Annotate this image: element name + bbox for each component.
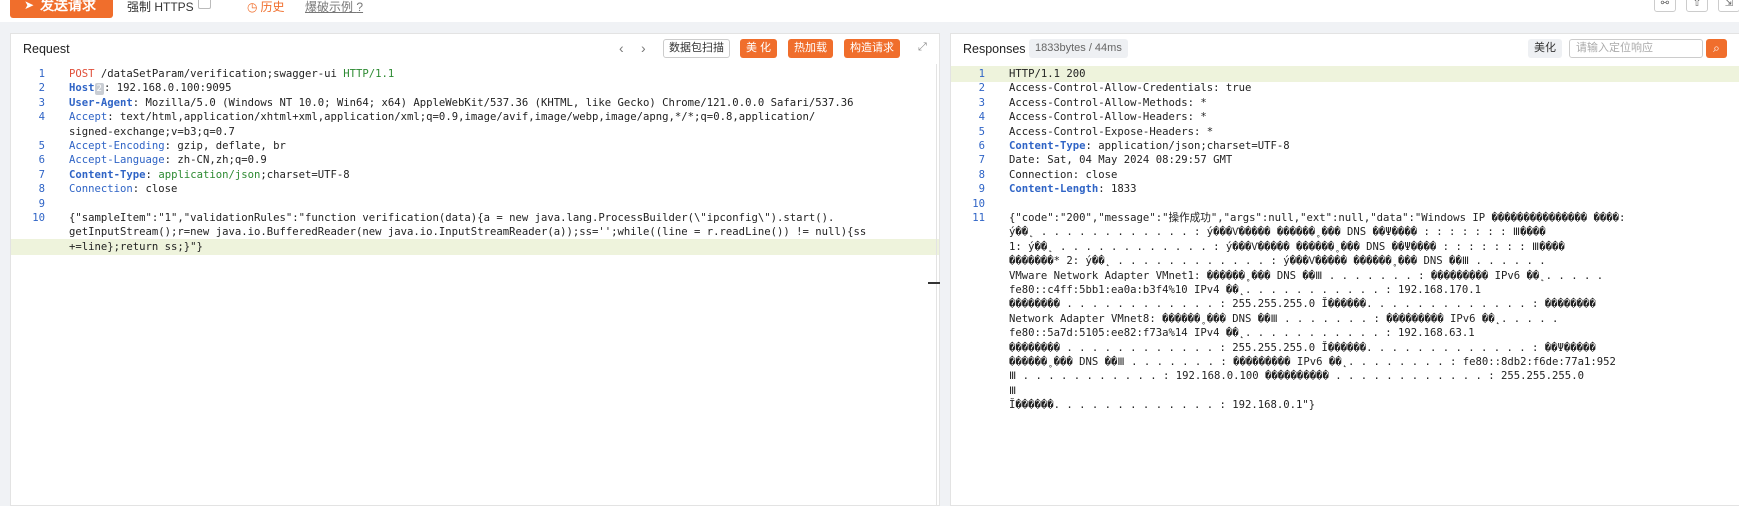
code-token: fe80::c4ff:5bb1:ea0a:b3f4%10 IPv4 ��˛. .… bbox=[1009, 284, 1481, 296]
code-token: �������* 2: ý��˛ . . . . . . . . . . . .… bbox=[1009, 255, 1546, 268]
code-token: : 1833 bbox=[1098, 183, 1137, 196]
response-search-input[interactable]: 请输入定位响应 bbox=[1569, 39, 1703, 58]
code-token: ý��˛ . . . . . . . . . . . . : ý���Ѵ����… bbox=[1009, 226, 1546, 239]
request-header: Request ‹ › 数据包扫描 美 化 热加载 构造请求 ⤢ bbox=[11, 34, 939, 64]
send-request-label: 发送请求 bbox=[40, 0, 97, 13]
code-token: Content-Type bbox=[1009, 140, 1086, 152]
code-token: : application/json;charset=UTF-8 bbox=[1085, 140, 1290, 152]
top-toolbar: ➤ 发送请求 强制 HTTPS ◷ 历史 爆破示例 ? ⚯ ⇧ ⇲ bbox=[0, 0, 1739, 22]
example-label: 爆破示例 bbox=[305, 0, 354, 14]
code-token: : zh-CN,zh;q=0.9 bbox=[164, 154, 267, 167]
send-icon: ➤ bbox=[24, 0, 35, 12]
chevron-left-icon[interactable]: ‹ bbox=[619, 40, 624, 56]
editor-divider bbox=[936, 64, 937, 505]
request-editor[interactable]: 1 POST /dataSetParam/verification;swagger… bbox=[11, 64, 939, 505]
code-token: HTTP/1.1 200 bbox=[1009, 68, 1086, 80]
history-link[interactable]: ◷ 历史 bbox=[247, 0, 285, 15]
code-token: Connection: close bbox=[1009, 168, 1118, 181]
code-token: Ĭ������. . . . . . . . . . . . . : 192.1… bbox=[1009, 399, 1316, 412]
help-icon: ? bbox=[356, 0, 364, 14]
code-token: : Mozilla/5.0 (Windows NT 10.0; Win64; x… bbox=[132, 96, 854, 109]
code-token: Ⅲ . . . . . . . . . . . : 192.168.0.100 … bbox=[1009, 370, 1584, 383]
code-token: ;charset=UTF-8 bbox=[260, 168, 350, 181]
code-token: �������� . . . . . . . . . . . . : 255.2… bbox=[1009, 298, 1596, 311]
history-label: 历史 bbox=[260, 0, 285, 14]
example-link[interactable]: 爆破示例 ? bbox=[305, 0, 363, 15]
packet-scan-button[interactable]: 数据包扫描 bbox=[663, 39, 730, 58]
code-token: ������˳��� DNS ��Ⅲ . . . . . . . : �����… bbox=[1009, 356, 1616, 368]
code-token: Accept-Encoding bbox=[69, 140, 165, 152]
code-token: Network Adapter VMnet8: ������˳��� DNS �… bbox=[1009, 312, 1559, 325]
host-index-badge: 2 bbox=[94, 83, 104, 96]
force-https-label: 强制 HTTPS bbox=[127, 0, 194, 14]
response-viewer[interactable]: 1 HTTP/1.1 200 2 Access-Control-Allow-Crede… bbox=[951, 64, 1739, 505]
share-icon[interactable]: ⚯ bbox=[1654, 0, 1676, 12]
code-token: Access-Control-Allow-Credentials: true bbox=[1009, 82, 1252, 95]
code-token: signed-exchange;v=b3;q=0.7 bbox=[69, 125, 235, 138]
code-token: +=line};return ss;}"} bbox=[69, 240, 203, 253]
response-beautify-button[interactable]: 美化 bbox=[1528, 39, 1562, 58]
hot-load-button[interactable]: 热加载 bbox=[788, 39, 833, 58]
beautify-button[interactable]: 美 化 bbox=[740, 39, 778, 58]
code-token: {"code":"200","message":"操作成功","args":nu… bbox=[1009, 212, 1626, 224]
expand-icon[interactable]: ⤢ bbox=[918, 41, 927, 54]
export-icon[interactable]: ⇲ bbox=[1718, 0, 1739, 12]
response-size-badge: 1833bytes / 44ms bbox=[1029, 39, 1128, 58]
force-https-checkbox[interactable] bbox=[198, 0, 211, 9]
code-token: Connection bbox=[69, 183, 133, 196]
line-text: Ĭ������. . . . . . . . . . . . . : 192.1… bbox=[1009, 397, 1315, 413]
code-token: Access-Control-Expose-Headers: * bbox=[1009, 125, 1214, 138]
request-code-line: +=line};return ss;}"} bbox=[11, 238, 939, 255]
code-token: 1: ý��˛ . . . . . . . . . . . . : ý���Ѵ�… bbox=[1009, 240, 1565, 253]
code-token: Accept-Language bbox=[69, 154, 165, 167]
code-token: User-Agent bbox=[69, 96, 133, 109]
response-header: Responses 1833bytes / 44ms 美化 请输入定位响应 ⌕ bbox=[951, 34, 1739, 64]
response-panel: Responses 1833bytes / 44ms 美化 请输入定位响应 ⌕ … bbox=[950, 33, 1739, 506]
code-token: �������� . . . . . . . . . . . . : 255.2… bbox=[1009, 341, 1596, 354]
code-token: Host bbox=[69, 82, 95, 95]
response-title: Responses bbox=[963, 42, 1026, 56]
request-panel: Request ‹ › 数据包扫描 美 化 热加载 构造请求 ⤢ 1 POST /… bbox=[10, 33, 940, 506]
scroll-marker bbox=[928, 282, 940, 284]
code-token: getInputStream();r=new java.io.BufferedR… bbox=[69, 226, 867, 239]
send-request-button[interactable]: ➤ 发送请求 bbox=[10, 0, 113, 18]
response-code-line: Ĭ������. . . . . . . . . . . . . : 192.1… bbox=[951, 397, 1739, 413]
code-token: Content-Length bbox=[1009, 183, 1099, 196]
upload-icon[interactable]: ⇧ bbox=[1686, 0, 1708, 12]
code-token: POST bbox=[69, 68, 95, 80]
code-token: /dataSetParam/verification;swagger-ui bbox=[94, 68, 344, 80]
code-token: Ⅲ bbox=[1009, 384, 1017, 397]
chevron-right-icon[interactable]: › bbox=[641, 40, 646, 56]
code-token: HTTP/1.1 bbox=[343, 68, 395, 80]
code-token: : bbox=[145, 168, 159, 181]
code-token: Date: Sat, 04 May 2024 08:29:57 GMT bbox=[1009, 154, 1233, 167]
code-token: Access-Control-Allow-Headers: * bbox=[1009, 111, 1207, 124]
code-token: : gzip, deflate, br bbox=[164, 140, 286, 152]
construct-request-button[interactable]: 构造请求 bbox=[844, 39, 900, 58]
search-icon[interactable]: ⌕ bbox=[1706, 39, 1727, 58]
clock-icon: ◷ bbox=[247, 0, 258, 14]
code-token: Access-Control-Allow-Methods: * bbox=[1009, 96, 1207, 109]
code-token: {"sampleItem":"1","validationRules":"fun… bbox=[69, 212, 835, 224]
code-token: fe80::5a7d:5105:ee82:f73a%14 IPv4 ��˛. .… bbox=[1009, 327, 1475, 340]
code-token: : close bbox=[132, 183, 178, 196]
code-token: : 192.168.0.100:9095 bbox=[103, 82, 232, 95]
request-title: Request bbox=[23, 42, 70, 56]
line-text: +=line};return ss;}"} bbox=[69, 239, 203, 255]
code-token: application/json bbox=[158, 168, 261, 181]
code-token: Content-Type bbox=[69, 168, 146, 181]
code-token: : text/html,application/xhtml+xml,applic… bbox=[107, 111, 816, 124]
code-token: VMware Network Adapter VMnet1: ������˳��… bbox=[1009, 269, 1604, 282]
code-token: Accept bbox=[69, 111, 108, 124]
